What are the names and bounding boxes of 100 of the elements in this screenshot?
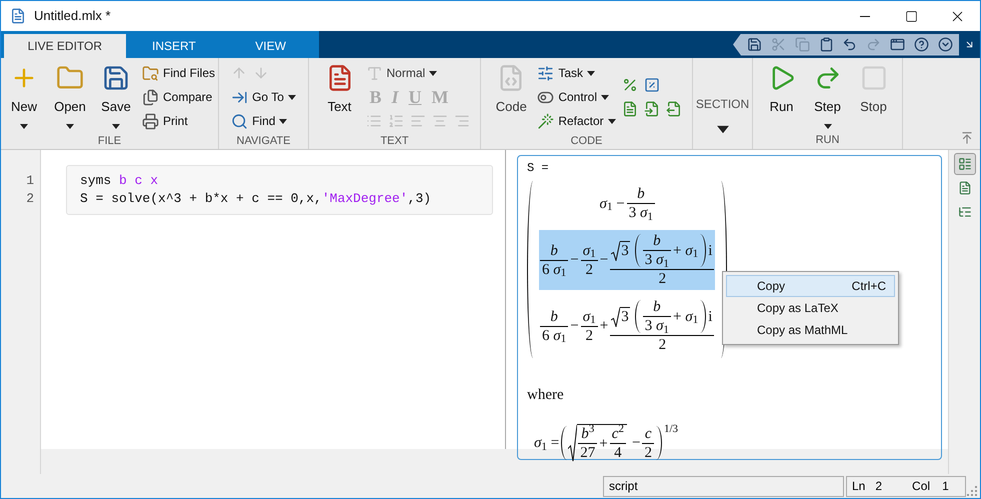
group-label: TEXT [379, 134, 410, 149]
ribbon-button[interactable]: Compare [142, 85, 216, 109]
toolbar-button[interactable] [818, 37, 834, 52]
math-text: i [707, 242, 714, 260]
output-inline-icon [958, 157, 972, 171]
ribbon-button[interactable]: Run [762, 61, 802, 116]
ribbon-tab[interactable]: INSERT [126, 34, 222, 58]
math-text: b [549, 308, 559, 326]
ribbon-button[interactable]: Find [231, 109, 296, 133]
printer-icon [142, 112, 159, 130]
cut-icon [771, 37, 786, 52]
menu-item[interactable]: Copy Ctrl+C [726, 275, 895, 297]
section-icon [622, 101, 638, 117]
code-line: syms b c x [80, 172, 160, 190]
percent-icon [622, 77, 638, 93]
output-hidden-icon [958, 205, 972, 219]
math-text: 2 [643, 444, 653, 462]
caret-icon [288, 94, 296, 100]
caret-icon [824, 124, 832, 128]
undo-icon [842, 37, 858, 52]
slider-icon [537, 64, 554, 82]
ribbon-button[interactable]: Go To [231, 85, 296, 109]
help-icon [914, 37, 929, 52]
ribbon-button[interactable]: New [4, 61, 44, 128]
math-text: − [631, 434, 642, 452]
math-text: + σ$_{1}$ [672, 308, 700, 326]
math-text: σ$_{1}$ − [598, 194, 626, 212]
caret-icon [429, 70, 438, 76]
math-text: 2 [658, 336, 668, 354]
expand-icon [964, 39, 975, 50]
math-text: 6 σ$_{1}$ [541, 260, 568, 278]
ribbon-button[interactable]: Text [320, 61, 360, 116]
ribbon-button[interactable]: Refactor [537, 109, 616, 133]
math-text: σ$_{1}$ [582, 308, 597, 326]
copy-icon [794, 37, 810, 52]
collapse-ribbon-icon[interactable] [960, 131, 974, 145]
section-button[interactable]: SECTION [696, 61, 750, 132]
ribbon-button[interactable]: Print [142, 109, 216, 133]
outdent-icon [666, 101, 682, 117]
toolbar-button[interactable] [890, 37, 905, 52]
math-text: − [569, 251, 580, 269]
folder-search-icon [142, 64, 159, 82]
math-text: 3 σ$_{1}$ [644, 317, 670, 335]
ribbon-button[interactable]: Open [50, 61, 90, 128]
radical-icon [568, 424, 578, 462]
math-text: b [636, 185, 646, 203]
toolbar-button[interactable] [842, 37, 858, 52]
stop-square-icon [860, 64, 888, 92]
numbered-list-icon [388, 113, 404, 129]
column-label: Col [912, 478, 930, 495]
toolbar-button[interactable] [747, 37, 762, 52]
math-text: σ$_{1}$ [582, 242, 597, 260]
ribbon-button[interactable]: Task [537, 61, 616, 85]
ribbon-tab[interactable]: LIVE EDITOR [4, 34, 126, 58]
math-text: b [549, 242, 559, 260]
math-text: c [644, 424, 653, 442]
caret-icon [66, 124, 74, 128]
exponent: 1/3 [664, 422, 678, 437]
caret-icon [112, 124, 120, 128]
ribbon-tab[interactable]: VIEW [222, 34, 319, 58]
ribbon-button[interactable]: Find Files [142, 61, 216, 85]
font-icon [366, 64, 382, 82]
search-icon [231, 112, 248, 130]
caret-icon [601, 94, 609, 100]
ribbon-button[interactable]: Control [537, 85, 616, 109]
equation-row[interactable]: σ$_{1}$ − b 3 σ$_{1}$ [598, 183, 656, 224]
group-label: NAVIGATE [236, 134, 292, 149]
percent-remove-icon [644, 77, 660, 93]
math-text: − [569, 317, 580, 335]
caret-icon [20, 124, 28, 128]
math-text: 3 [620, 242, 630, 260]
status-text: script [609, 478, 638, 495]
align-left-icon [410, 113, 426, 129]
line-number: 2 [26, 190, 34, 208]
ribbon-button[interactable]: Save [96, 61, 136, 128]
math-text: 4 [613, 444, 623, 462]
windows-icon [890, 37, 905, 52]
save-icon [747, 37, 762, 52]
math-text: 3 σ$_{1}$ [644, 251, 670, 269]
group-label: RUN [814, 133, 840, 148]
math-text: b [652, 232, 662, 250]
group-label: FILE [96, 134, 122, 149]
math-text: 2 [584, 260, 594, 278]
math-text: σ$_{1}$ = [533, 434, 560, 452]
output-mode-button[interactable] [954, 153, 976, 175]
menu-item[interactable]: Copy as LaTeX [726, 297, 895, 319]
math-text: 3 [620, 308, 630, 326]
line-value: 2 [875, 478, 882, 495]
radical-icon [611, 240, 620, 260]
menu-item[interactable]: Copy as MathML [726, 319, 895, 341]
output-right-icon [958, 181, 972, 195]
toolbar-button[interactable] [914, 37, 929, 52]
math-text: i [707, 308, 714, 326]
code-line: S = solve(x^3 + b*x + c == 0,x,'MaxDegree',3) [80, 190, 432, 208]
align-right-icon [454, 113, 470, 129]
maximize-icon [904, 10, 918, 22]
toolbar-button[interactable] [938, 37, 952, 52]
math-text: + [598, 434, 609, 452]
documents-icon [142, 88, 159, 106]
ribbon-button[interactable]: Step [808, 61, 848, 128]
